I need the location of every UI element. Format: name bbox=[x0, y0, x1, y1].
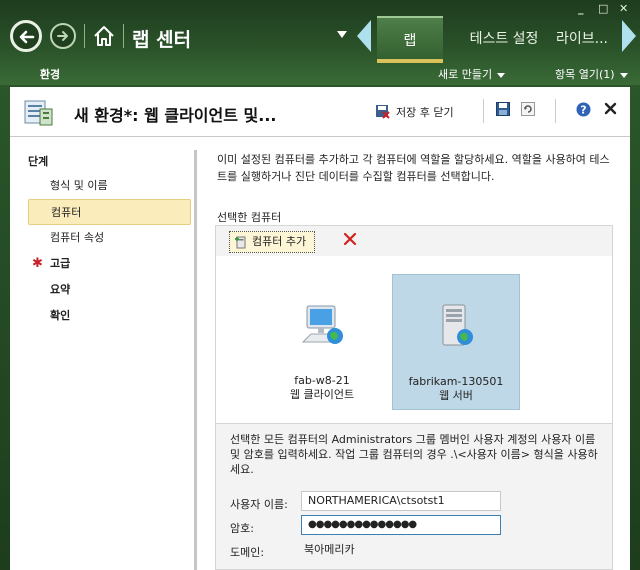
machines-toolbar: 컴퓨터 추가 bbox=[215, 225, 613, 257]
workstation-icon bbox=[301, 305, 343, 344]
computer-name: fabrikam-130501 bbox=[408, 375, 504, 388]
step-label: 컴퓨터 속성 bbox=[50, 231, 105, 244]
header-divider bbox=[483, 99, 484, 123]
credentials-section: 선택한 모든 컴퓨터의 Administrators 그룹 멤버인 사용자 계정… bbox=[215, 424, 613, 570]
password-label: 암호: bbox=[230, 522, 254, 535]
help-icon[interactable]: ? bbox=[576, 102, 591, 117]
close-icon[interactable] bbox=[604, 102, 617, 115]
minimize-button[interactable]: _ bbox=[578, 2, 584, 15]
step-label: 고급 bbox=[50, 257, 71, 270]
step-summary[interactable]: 요약 bbox=[28, 277, 191, 303]
tab-scroll-right-icon[interactable] bbox=[622, 20, 636, 52]
title-dropdown-icon[interactable] bbox=[337, 31, 347, 38]
tab-lab[interactable]: 랩 bbox=[377, 16, 443, 63]
app-header: _ □ ✕ 랩 센터 랩 테스트 설정 라이브... 환경 새로 만들기 항목 … bbox=[0, 0, 640, 85]
svg-text:?: ? bbox=[580, 104, 586, 117]
step-confirmation[interactable]: 확인 bbox=[28, 303, 191, 329]
step-type-and-name[interactable]: 형식 및 이름 bbox=[28, 173, 191, 199]
tab-library[interactable]: 라이브... bbox=[556, 16, 620, 60]
open-items-menu[interactable]: 항목 열기(1) bbox=[555, 66, 628, 82]
header-separator bbox=[123, 24, 124, 48]
selected-machines-label: 선택한 컴퓨터 bbox=[217, 211, 282, 224]
computer-name: fab-w8-21 bbox=[294, 374, 350, 387]
header-divider bbox=[555, 99, 556, 123]
save-icon[interactable] bbox=[496, 102, 510, 116]
save-and-close-label: 저장 후 닫기 bbox=[396, 106, 454, 119]
new-menu-label: 새로 만들기 bbox=[438, 68, 493, 81]
save-close-icon bbox=[376, 105, 390, 119]
home-icon[interactable] bbox=[92, 24, 116, 48]
environment-icon bbox=[24, 100, 53, 126]
chevron-down-icon bbox=[497, 72, 506, 78]
step-label: 요약 bbox=[50, 283, 71, 296]
computer-role: 웹 서버 bbox=[439, 389, 473, 402]
save-and-close-button[interactable]: 저장 후 닫기 bbox=[375, 104, 454, 120]
computer-role: 웹 클라이언트 bbox=[289, 388, 355, 401]
computer-card[interactable]: fab-w8-21 웹 클라이언트 bbox=[258, 274, 386, 410]
required-asterisk-icon: ✱ bbox=[32, 256, 43, 271]
open-items-label: 항목 열기(1) bbox=[555, 68, 615, 81]
instructions-text: 이미 설정된 컴퓨터를 추가하고 각 컴퓨터에 역할을 할당하세요. 역할을 사… bbox=[217, 153, 610, 183]
back-button[interactable] bbox=[10, 20, 42, 52]
server-icon bbox=[442, 304, 473, 346]
add-computer-label: 컴퓨터 추가 bbox=[252, 235, 307, 248]
credentials-instructions: 선택한 모든 컴퓨터의 Administrators 그룹 멤버인 사용자 계정… bbox=[230, 433, 598, 476]
forward-button[interactable] bbox=[50, 23, 76, 49]
step-label: 컴퓨터 bbox=[51, 206, 82, 219]
password-field[interactable]: ●●●●●●●●●●●●●● bbox=[301, 515, 501, 535]
username-label: 사용자 이름: bbox=[230, 498, 288, 511]
add-computer-button[interactable]: 컴퓨터 추가 bbox=[229, 231, 316, 253]
arrow-left-icon bbox=[19, 30, 35, 44]
remove-icon[interactable] bbox=[343, 232, 357, 246]
add-computer-icon bbox=[235, 236, 246, 249]
subnav-environment[interactable]: 환경 bbox=[0, 66, 100, 82]
step-label: 형식 및 이름 bbox=[50, 179, 108, 192]
new-menu[interactable]: 새로 만들기 bbox=[438, 66, 506, 82]
arrow-right-icon bbox=[57, 31, 68, 41]
domain-label: 도메인: bbox=[230, 546, 265, 559]
username-field[interactable]: NORTHAMERICA\ctsotst1 bbox=[301, 491, 501, 511]
header-separator bbox=[84, 24, 85, 48]
page-title: 새 환경*: 웹 클라이언트 및... bbox=[74, 106, 277, 125]
maximize-button[interactable]: □ bbox=[598, 2, 608, 15]
tab-scroll-left-icon[interactable] bbox=[357, 20, 371, 52]
computer-card[interactable]: fabrikam-130501 웹 서버 bbox=[392, 274, 520, 410]
chevron-down-icon bbox=[619, 72, 628, 78]
tab-test-settings[interactable]: 테스트 설정 bbox=[458, 16, 550, 60]
step-label: 확인 bbox=[50, 309, 71, 322]
refresh-icon[interactable] bbox=[521, 102, 535, 116]
close-window-button[interactable]: ✕ bbox=[619, 2, 628, 15]
step-machines[interactable]: 컴퓨터 bbox=[28, 199, 191, 225]
steps-sidebar: 단계 형식 및 이름 컴퓨터 컴퓨터 속성 ✱ 고급 요약 확인 bbox=[10, 137, 195, 570]
sidebar-divider bbox=[194, 150, 197, 570]
step-machine-properties[interactable]: 컴퓨터 속성 bbox=[28, 225, 191, 251]
steps-title: 단계 bbox=[28, 155, 49, 168]
environment-wizard: 새 환경*: 웹 클라이언트 및... 저장 후 닫기 ? 단계 형식 및 이름… bbox=[10, 87, 630, 570]
panel-header: 새 환경*: 웹 클라이언트 및... 저장 후 닫기 ? bbox=[10, 87, 630, 137]
machines-content: 이미 설정된 컴퓨터를 추가하고 각 컴퓨터에 역할을 할당하세요. 역할을 사… bbox=[205, 137, 620, 570]
domain-value: 북아메리카 bbox=[304, 543, 355, 556]
step-advanced[interactable]: ✱ 고급 bbox=[28, 251, 191, 277]
app-title: 랩 센터 bbox=[132, 29, 192, 51]
computers-list: fab-w8-21 웹 클라이언트 fabrikam-130501 웹 서버 bbox=[215, 256, 613, 424]
